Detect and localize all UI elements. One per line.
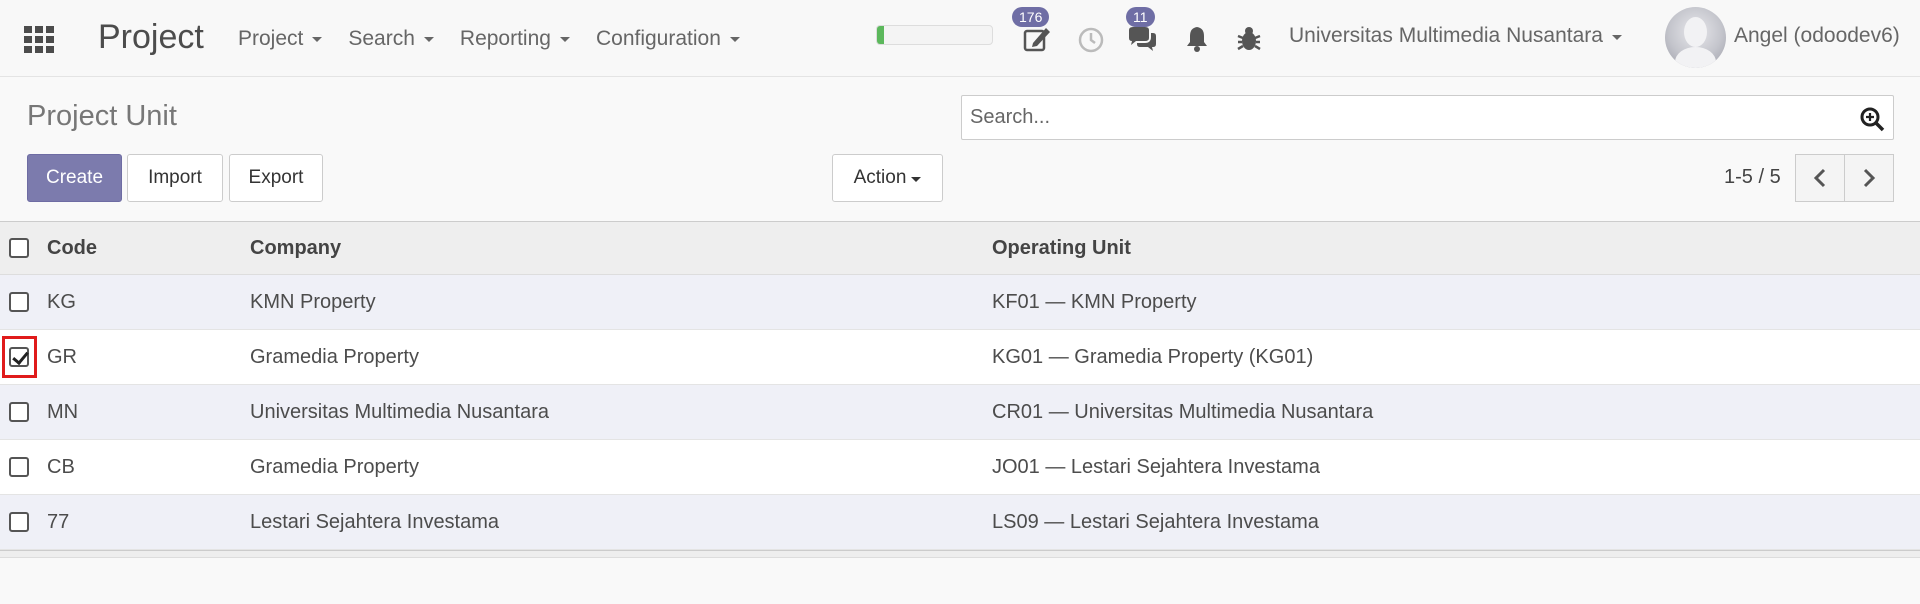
row-checkbox[interactable] — [9, 292, 29, 312]
user-name[interactable]: Angel (odoodev6) — [1734, 24, 1900, 48]
chevron-right-icon — [1863, 168, 1876, 188]
column-header-operating-unit[interactable]: Operating Unit — [992, 222, 1131, 274]
list-view: Code Company Operating Unit KG KMN Prope… — [0, 221, 1920, 558]
menu-label: Configuration — [595, 26, 721, 50]
cell-code: MN — [47, 400, 79, 423]
debug-bug-icon[interactable] — [1234, 24, 1264, 54]
messages-badge: 11 — [1126, 7, 1155, 27]
bell-icon[interactable] — [1182, 24, 1212, 54]
messages-icon[interactable] — [1126, 24, 1156, 54]
row-checkbox[interactable] — [9, 402, 29, 422]
search-box — [961, 95, 1894, 140]
page-title: Project Unit — [27, 100, 177, 132]
cell-operating-unit: JO01 — Lestari Sejahtera Investama — [992, 455, 1320, 478]
app-brand: Project — [98, 18, 204, 56]
menu-label: Project — [238, 26, 304, 50]
action-label: Action — [853, 167, 907, 188]
cell-company: Gramedia Property — [250, 345, 419, 368]
cell-code: CB — [47, 455, 75, 478]
search-input[interactable] — [962, 96, 1842, 139]
activity-edit-icon[interactable] — [1022, 24, 1052, 54]
caret-down-icon — [1611, 34, 1622, 40]
export-button[interactable]: Export — [229, 154, 323, 202]
row-select-cell — [9, 330, 29, 384]
chevron-left-icon — [1813, 168, 1826, 188]
caret-down-icon — [312, 37, 323, 42]
action-dropdown[interactable]: Action — [832, 154, 943, 202]
table-row[interactable]: 77 Lestari Sejahtera Investama LS09 — Le… — [0, 495, 1920, 550]
cell-operating-unit: LS09 — Lestari Sejahtera Investama — [992, 510, 1319, 533]
cell-company: Gramedia Property — [250, 455, 419, 478]
table-header: Code Company Operating Unit — [0, 221, 1920, 275]
top-navbar: Project Project Search Reporting Configu… — [0, 0, 1920, 77]
pager-previous-button[interactable] — [1795, 154, 1845, 202]
column-header-company[interactable]: Company — [250, 222, 341, 274]
activity-badge: 176 — [1012, 7, 1050, 27]
search-icon[interactable] — [1859, 106, 1885, 132]
cell-company: KMN Property — [250, 290, 376, 313]
row-checkbox[interactable] — [9, 457, 29, 477]
row-checkbox[interactable] — [9, 512, 29, 532]
pager-value[interactable]: 1-5 / 5 — [1724, 166, 1781, 189]
cell-code: KG — [47, 290, 76, 313]
progress-bar — [876, 25, 993, 45]
table-row[interactable]: MN Universitas Multimedia Nusantara CR01… — [0, 385, 1920, 440]
avatar[interactable] — [1665, 7, 1726, 68]
clock-icon[interactable] — [1076, 24, 1106, 54]
cell-code: 77 — [47, 510, 70, 533]
row-select-cell — [9, 385, 29, 439]
menu-project[interactable]: Project — [238, 26, 323, 51]
cell-company: Lestari Sejahtera Investama — [250, 510, 500, 533]
select-all-checkbox[interactable] — [9, 238, 29, 258]
cell-operating-unit: KF01 — KMN Property — [992, 290, 1197, 313]
main-menu: Project Search Reporting Configuration — [238, 0, 766, 77]
row-select-cell — [9, 440, 29, 494]
cell-operating-unit: KG01 — Gramedia Property (KG01) — [992, 345, 1314, 368]
menu-label: Search — [348, 26, 415, 50]
table-footer — [0, 550, 1920, 558]
menu-search[interactable]: Search — [348, 27, 434, 51]
cell-operating-unit: CR01 — Universitas Multimedia Nusantara — [992, 400, 1374, 423]
column-header-code[interactable]: Code — [47, 222, 97, 274]
progress-fill — [877, 26, 884, 44]
company-switcher[interactable]: Universitas Multimedia Nusantara — [1289, 24, 1622, 48]
row-checkbox[interactable] — [9, 347, 29, 367]
company-name: Universitas Multimedia Nusantara — [1289, 24, 1603, 47]
app-switcher-icon[interactable] — [24, 26, 54, 53]
select-all-cell — [9, 222, 29, 274]
caret-down-icon — [423, 37, 434, 42]
menu-label: Reporting — [459, 26, 551, 50]
row-select-cell — [9, 275, 29, 329]
cell-company: Universitas Multimedia Nusantara — [250, 400, 550, 423]
cell-code: GR — [47, 345, 77, 368]
pager-next-button[interactable] — [1844, 154, 1894, 202]
control-panel: Project Unit Create Import Export Action… — [0, 78, 1920, 221]
menu-reporting[interactable]: Reporting — [460, 27, 570, 51]
import-button[interactable]: Import — [127, 154, 223, 202]
menu-configuration[interactable]: Configuration — [596, 27, 740, 51]
table-row[interactable]: KG KMN Property KF01 — KMN Property — [0, 275, 1920, 330]
table-row[interactable]: CB Gramedia Property JO01 — Lestari Seja… — [0, 440, 1920, 495]
caret-down-icon — [911, 176, 922, 182]
table-row[interactable]: GR Gramedia Property KG01 — Gramedia Pro… — [0, 330, 1920, 385]
caret-down-icon — [729, 37, 740, 42]
create-button[interactable]: Create — [27, 154, 122, 202]
row-select-cell — [9, 495, 29, 549]
caret-down-icon — [559, 37, 570, 42]
